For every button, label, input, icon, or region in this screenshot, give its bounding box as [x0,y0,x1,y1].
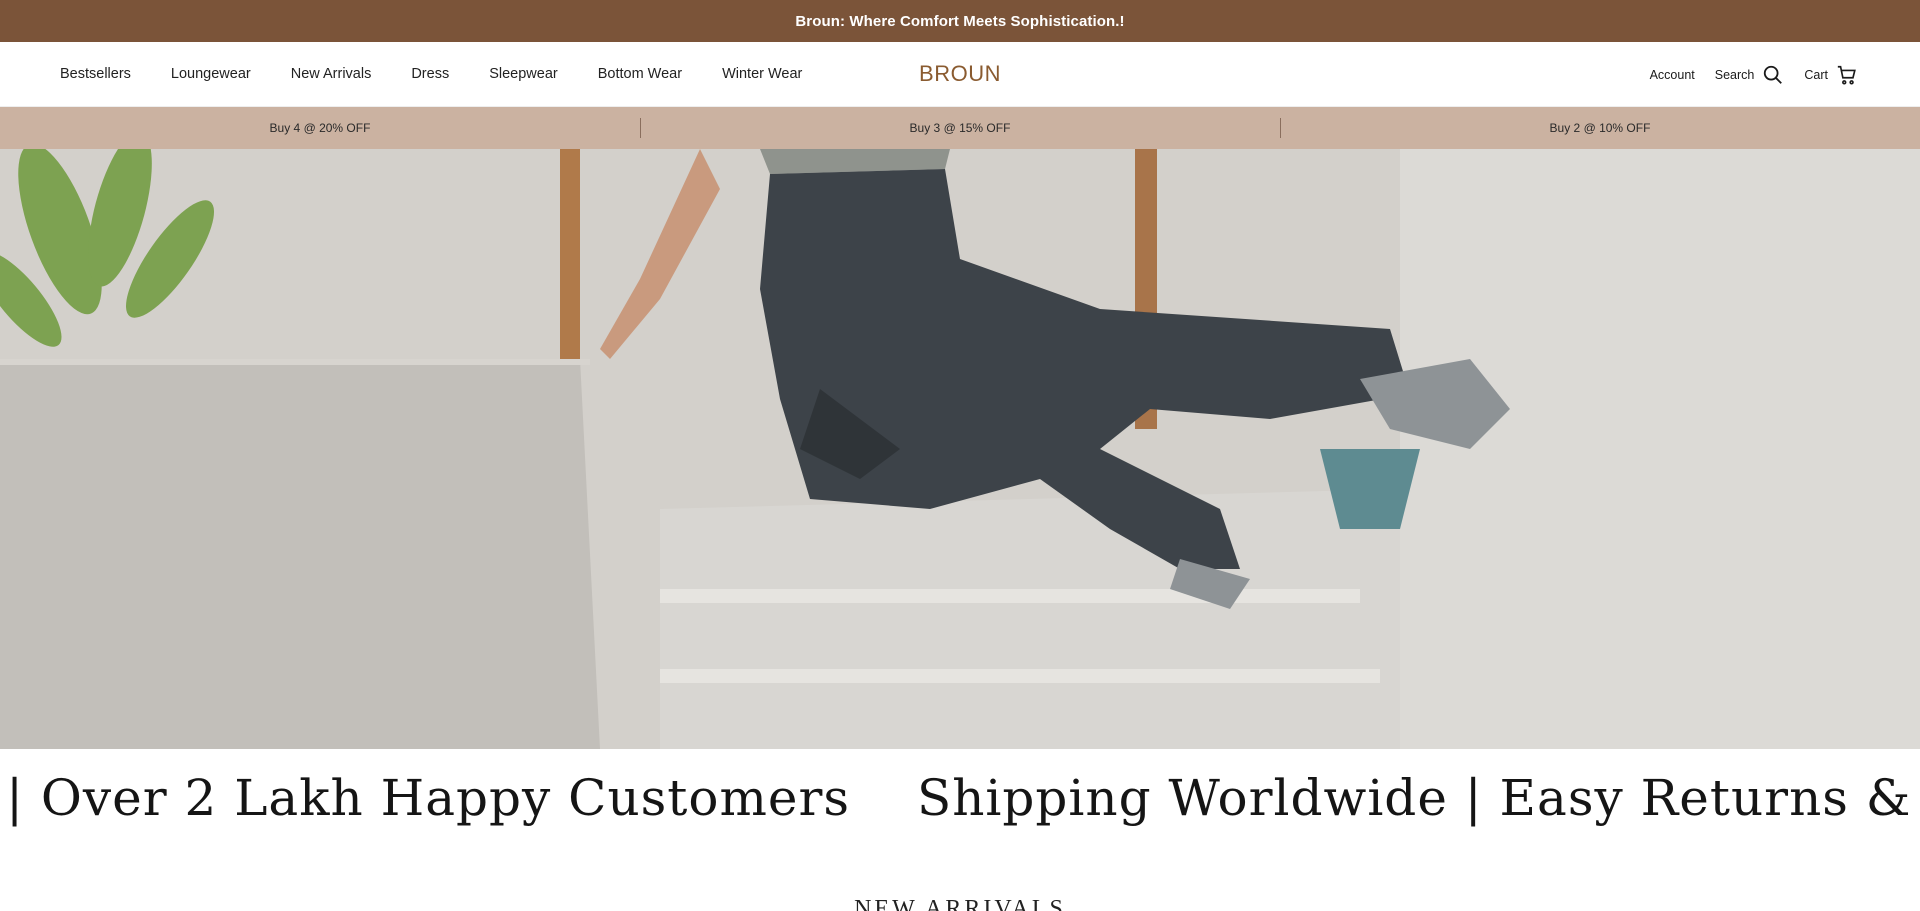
nav-item-new-arrivals[interactable]: New Arrivals [291,66,372,82]
section-title: NEW ARRIVALS [854,896,1066,911]
nav-item-loungewear[interactable]: Loungewear [171,66,251,82]
hero-banner[interactable] [0,149,1920,749]
nav-item-bestsellers[interactable]: Bestsellers [60,66,131,82]
offer-item[interactable]: Buy 3 @ 15% OFF [640,107,1280,149]
offer-text: Buy 4 @ 20% OFF [269,121,371,135]
cart-button[interactable]: Cart [1804,64,1858,86]
marquee-item: y | Over 2 Lakh Happy Customers [0,769,851,827]
site-logo[interactable]: BROUN [919,61,1001,87]
marquee-item: Shipping Worldwide | Easy Returns & Ex [916,769,1920,827]
search-button[interactable]: Search [1715,64,1785,86]
nav-item-dress[interactable]: Dress [411,66,449,82]
cart-icon [1836,64,1858,86]
header-actions: Account Search Cart [1650,42,1858,107]
search-label: Search [1714,67,1755,82]
marquee-banner: y | Over 2 Lakh Happy Customers Shipping… [0,749,1920,849]
offer-item[interactable]: Buy 4 @ 20% OFF [0,107,640,149]
cart-label: Cart [1804,67,1828,82]
nav-item-winter-wear[interactable]: Winter Wear [722,66,802,82]
announcement-bar: Broun: Where Comfort Meets Sophisticatio… [0,0,1920,42]
offer-text: Buy 3 @ 15% OFF [909,121,1011,135]
account-label: Account [1649,67,1695,82]
nav-item-sleepwear[interactable]: Sleepwear [489,66,558,82]
nav-item-bottom-wear[interactable]: Bottom Wear [598,66,682,82]
hero-image [0,149,1920,749]
offer-text: Buy 2 @ 10% OFF [1549,121,1651,135]
offer-item[interactable]: Buy 2 @ 10% OFF [1280,107,1920,149]
announcement-text: Broun: Where Comfort Meets Sophisticatio… [795,12,1125,30]
main-nav: Bestsellers Loungewear New Arrivals Dres… [60,66,842,82]
marquee-track: y | Over 2 Lakh Happy Customers Shipping… [0,769,1920,827]
search-icon [1762,64,1784,86]
site-header: Bestsellers Loungewear New Arrivals Dres… [0,42,1920,107]
account-link[interactable]: Account [1650,68,1695,82]
offers-bar: Buy 4 @ 20% OFF Buy 3 @ 15% OFF Buy 2 @ … [0,107,1920,149]
